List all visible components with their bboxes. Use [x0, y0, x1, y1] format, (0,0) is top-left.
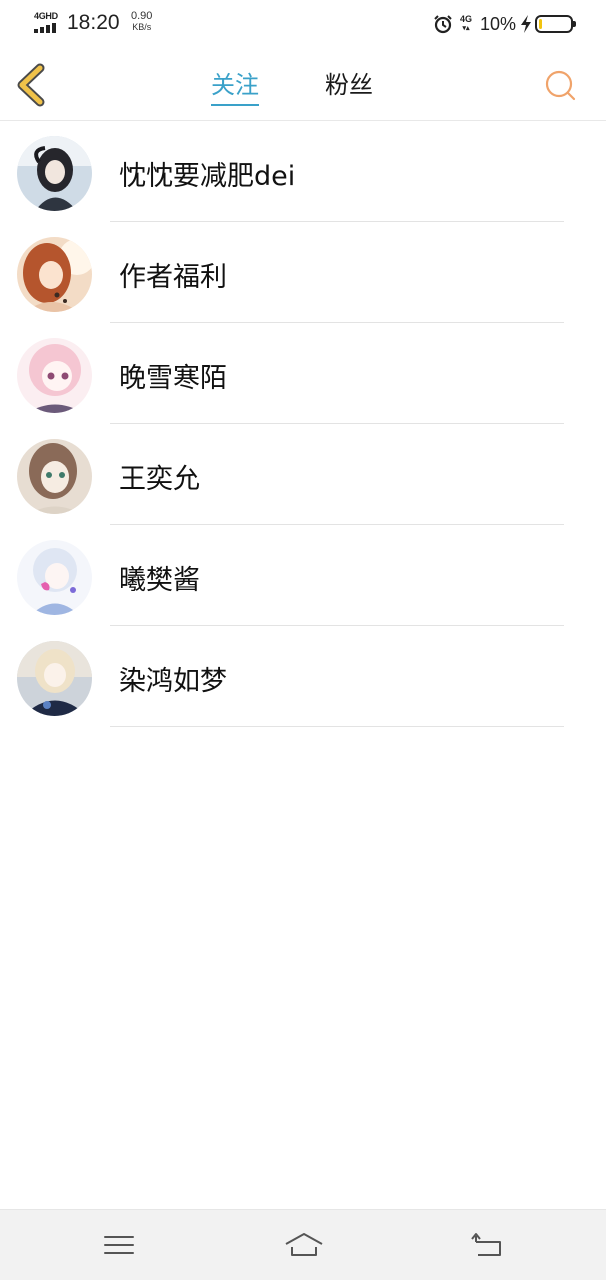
avatar[interactable]: [17, 237, 92, 312]
clock: 18:20: [67, 11, 120, 34]
user-name: 晚雪寒陌: [119, 363, 227, 394]
divider: [110, 726, 564, 727]
avatar[interactable]: [17, 641, 92, 716]
tab-fans[interactable]: 粉丝: [325, 70, 373, 106]
header: 关注 粉丝: [0, 48, 606, 121]
home-icon[interactable]: [284, 1230, 324, 1260]
signal-icon: 4GHD: [32, 10, 60, 34]
list-item[interactable]: 忱忱要减肥dei: [0, 121, 606, 222]
user-name: 王奕允: [119, 464, 200, 495]
list-item[interactable]: 作者福利: [0, 222, 606, 323]
menu-icon[interactable]: [102, 1230, 136, 1260]
network-4g-indicator: 4G ▾▴: [459, 14, 472, 33]
user-list: 忱忱要减肥dei 作者福利 晚雪寒陌 王奕允 曦樊酱 染鸿如梦: [0, 121, 606, 727]
speed-unit: KB/s: [132, 22, 152, 32]
charging-icon: [521, 15, 531, 33]
network-speed: 0.90 KB/s: [131, 11, 152, 33]
navigation-bar: [0, 1209, 606, 1280]
list-item[interactable]: 曦樊酱: [0, 525, 606, 626]
avatar[interactable]: [17, 338, 92, 413]
battery-percent: 10%: [479, 13, 516, 34]
user-name: 染鸿如梦: [119, 666, 227, 697]
network-type: 4GHD: [34, 11, 58, 21]
chevron-left-icon[interactable]: [12, 62, 56, 108]
list-item[interactable]: 晚雪寒陌: [0, 323, 606, 424]
tab-following[interactable]: 关注: [211, 70, 259, 106]
user-name: 曦樊酱: [119, 565, 200, 596]
alarm-icon: [434, 15, 452, 34]
avatar[interactable]: [17, 136, 92, 211]
search-icon[interactable]: [543, 68, 577, 102]
speed-value: 0.90: [131, 10, 153, 22]
battery-level: [539, 19, 542, 29]
status-bar: 4GHD 18:20 0.90 KB/s 4G ▾▴ 10%: [0, 0, 606, 48]
list-item[interactable]: 王奕允: [0, 424, 606, 525]
user-name: 忱忱要减肥dei: [119, 161, 296, 192]
list-item[interactable]: 染鸿如梦: [0, 626, 606, 727]
user-name: 作者福利: [119, 262, 227, 293]
battery-icon: [535, 15, 576, 33]
back-icon[interactable]: [470, 1230, 504, 1260]
avatar[interactable]: [17, 540, 92, 615]
avatar[interactable]: [17, 439, 92, 514]
